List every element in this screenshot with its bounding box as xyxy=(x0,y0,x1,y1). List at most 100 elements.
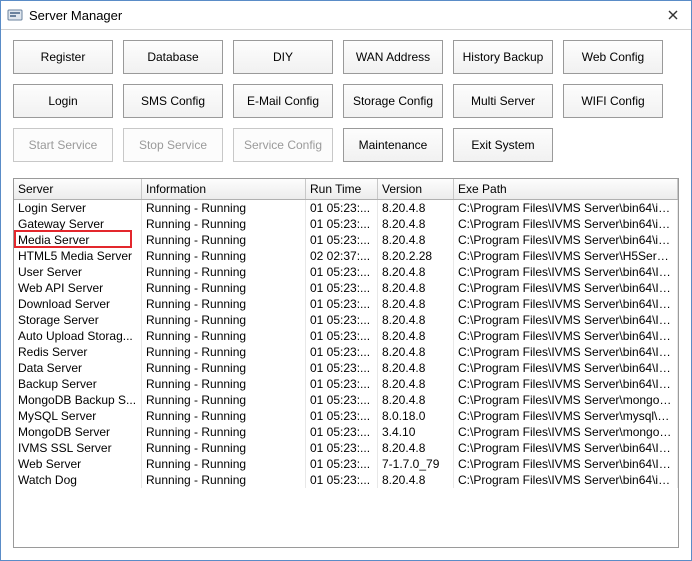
cell-runtime: 01 05:23:... xyxy=(306,216,378,232)
cell-runtime: 01 05:23:... xyxy=(306,472,378,488)
cell-version: 8.20.4.8 xyxy=(378,216,454,232)
cell-runtime: 02 02:37:... xyxy=(306,248,378,264)
cell-info: Running - Running xyxy=(142,440,306,456)
cell-path: C:\Program Files\IVMS Server\bin64\IVM xyxy=(454,264,678,280)
cell-version: 8.20.2.28 xyxy=(378,248,454,264)
column-header[interactable]: Information xyxy=(142,179,306,199)
table-row[interactable]: User ServerRunning - Running01 05:23:...… xyxy=(14,264,678,280)
cell-server: Gateway Server xyxy=(14,216,142,232)
diy-button[interactable]: DIY xyxy=(233,40,333,74)
cell-version: 8.20.4.8 xyxy=(378,296,454,312)
email-config-button[interactable]: E-Mail Config xyxy=(233,84,333,118)
cell-runtime: 01 05:23:... xyxy=(306,280,378,296)
cell-path: C:\Program Files\IVMS Server\bin64\IVM xyxy=(454,360,678,376)
cell-server: Web API Server xyxy=(14,280,142,296)
cell-runtime: 01 05:23:... xyxy=(306,424,378,440)
cell-server: Web Server xyxy=(14,456,142,472)
cell-version: 8.0.18.0 xyxy=(378,408,454,424)
toolbar-row: Register Database DIY WAN Address History Ba… xyxy=(13,40,679,74)
table-row[interactable]: IVMS SSL ServerRunning - Running01 05:23… xyxy=(14,440,678,456)
cell-server: Storage Server xyxy=(14,312,142,328)
cell-path: C:\Program Files\IVMS Server\bin64\IVM xyxy=(454,312,678,328)
cell-path: C:\Program Files\IVMS Server\bin64\IVM xyxy=(454,456,678,472)
cell-info: Running - Running xyxy=(142,408,306,424)
toolbar-row: Login SMS Config E-Mail Config Storage Conf… xyxy=(13,84,679,118)
cell-version: 8.20.4.8 xyxy=(378,360,454,376)
table-row[interactable]: Backup ServerRunning - Running01 05:23:.… xyxy=(14,376,678,392)
table-row[interactable]: MySQL ServerRunning - Running01 05:23:..… xyxy=(14,408,678,424)
cell-server: MongoDB Server xyxy=(14,424,142,440)
column-header[interactable]: Server xyxy=(14,179,142,199)
cell-runtime: 01 05:23:... xyxy=(306,312,378,328)
table-row[interactable]: Login ServerRunning - Running01 05:23:..… xyxy=(14,200,678,216)
close-icon xyxy=(668,10,678,20)
cell-path: C:\Program Files\IVMS Server\H5Server\ xyxy=(454,248,678,264)
cell-path: C:\Program Files\IVMS Server\bin64\IVM xyxy=(454,440,678,456)
cell-server: Media Server xyxy=(14,232,142,248)
table-row[interactable]: Auto Upload Storag...Running - Running01… xyxy=(14,328,678,344)
wifi-config-button[interactable]: WIFI Config xyxy=(563,84,663,118)
cell-version: 8.20.4.8 xyxy=(378,280,454,296)
close-button[interactable] xyxy=(661,5,685,25)
cell-runtime: 01 05:23:... xyxy=(306,232,378,248)
cell-info: Running - Running xyxy=(142,392,306,408)
grid-header: ServerInformationRun TimeVersionExe Path xyxy=(14,179,678,200)
table-row[interactable]: Media ServerRunning - Running01 05:23:..… xyxy=(14,232,678,248)
cell-info: Running - Running xyxy=(142,280,306,296)
history-backup-button[interactable]: History Backup xyxy=(453,40,553,74)
cell-info: Running - Running xyxy=(142,200,306,216)
cell-info: Running - Running xyxy=(142,456,306,472)
cell-runtime: 01 05:23:... xyxy=(306,408,378,424)
cell-runtime: 01 05:23:... xyxy=(306,456,378,472)
wan-address-button[interactable]: WAN Address xyxy=(343,40,443,74)
register-button[interactable]: Register xyxy=(13,40,113,74)
cell-path: C:\Program Files\IVMS Server\bin64\IVM xyxy=(454,344,678,360)
toolbar: Register Database DIY WAN Address History Ba… xyxy=(1,30,691,178)
cell-server: User Server xyxy=(14,264,142,280)
cell-server: Redis Server xyxy=(14,344,142,360)
table-row[interactable]: Storage ServerRunning - Running01 05:23:… xyxy=(14,312,678,328)
maintenance-button[interactable]: Maintenance xyxy=(343,128,443,162)
table-row[interactable]: Download ServerRunning - Running01 05:23… xyxy=(14,296,678,312)
cell-runtime: 01 05:23:... xyxy=(306,296,378,312)
service-config-button: Service Config xyxy=(233,128,333,162)
table-row[interactable]: MongoDB ServerRunning - Running01 05:23:… xyxy=(14,424,678,440)
table-row[interactable]: Gateway ServerRunning - Running01 05:23:… xyxy=(14,216,678,232)
cell-info: Running - Running xyxy=(142,472,306,488)
storage-config-button[interactable]: Storage Config xyxy=(343,84,443,118)
table-row[interactable]: Data ServerRunning - Running01 05:23:...… xyxy=(14,360,678,376)
table-row[interactable]: Redis ServerRunning - Running01 05:23:..… xyxy=(14,344,678,360)
table-row[interactable]: MongoDB Backup S...Running - Running01 0… xyxy=(14,392,678,408)
exit-system-button[interactable]: Exit System xyxy=(453,128,553,162)
database-button[interactable]: Database xyxy=(123,40,223,74)
sms-config-button[interactable]: SMS Config xyxy=(123,84,223,118)
column-header[interactable]: Version xyxy=(378,179,454,199)
cell-version: 8.20.4.8 xyxy=(378,392,454,408)
cell-info: Running - Running xyxy=(142,328,306,344)
cell-info: Running - Running xyxy=(142,216,306,232)
cell-path: C:\Program Files\IVMS Server\bin64\IVM xyxy=(454,296,678,312)
cell-info: Running - Running xyxy=(142,360,306,376)
cell-path: C:\Program Files\IVMS Server\bin64\ivm xyxy=(454,472,678,488)
multi-server-button[interactable]: Multi Server xyxy=(453,84,553,118)
cell-runtime: 01 05:23:... xyxy=(306,344,378,360)
cell-server: Download Server xyxy=(14,296,142,312)
login-button[interactable]: Login xyxy=(13,84,113,118)
cell-server: Login Server xyxy=(14,200,142,216)
table-row[interactable]: Watch DogRunning - Running01 05:23:...8.… xyxy=(14,472,678,488)
cell-info: Running - Running xyxy=(142,248,306,264)
cell-version: 8.20.4.8 xyxy=(378,312,454,328)
cell-runtime: 01 05:23:... xyxy=(306,392,378,408)
cell-path: C:\Program Files\IVMS Server\mongodb\ xyxy=(454,424,678,440)
cell-path: C:\Program Files\IVMS Server\bin64\ivm xyxy=(454,216,678,232)
titlebar: Server Manager xyxy=(1,1,691,30)
column-header[interactable]: Exe Path xyxy=(454,179,678,199)
server-grid: ServerInformationRun TimeVersionExe Path… xyxy=(13,178,679,548)
cell-version: 8.20.4.8 xyxy=(378,200,454,216)
web-config-button[interactable]: Web Config xyxy=(563,40,663,74)
grid-body[interactable]: Login ServerRunning - Running01 05:23:..… xyxy=(14,200,678,547)
table-row[interactable]: HTML5 Media ServerRunning - Running02 02… xyxy=(14,248,678,264)
table-row[interactable]: Web API ServerRunning - Running01 05:23:… xyxy=(14,280,678,296)
table-row[interactable]: Web ServerRunning - Running01 05:23:...7… xyxy=(14,456,678,472)
column-header[interactable]: Run Time xyxy=(306,179,378,199)
